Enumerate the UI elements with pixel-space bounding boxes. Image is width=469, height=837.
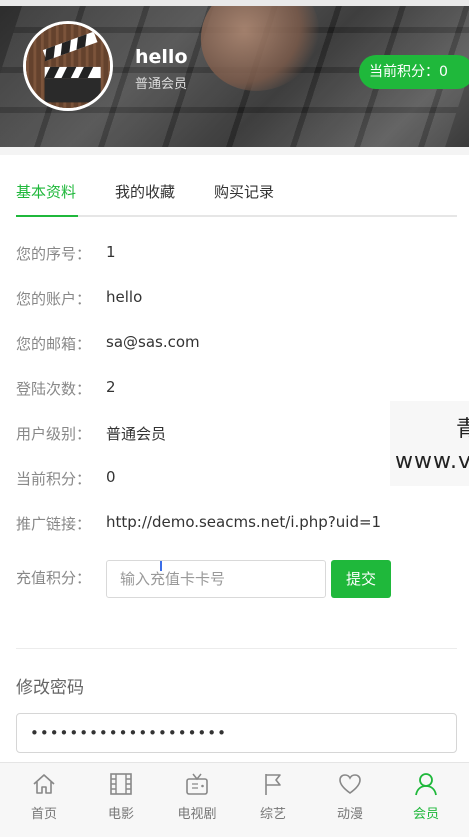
nav-label: 电影 bbox=[107, 807, 134, 822]
tab-basic-info[interactable]: 基本资料 bbox=[16, 181, 78, 217]
nav-item-variety[interactable]: 综艺 bbox=[234, 771, 312, 831]
info-value: 1 bbox=[106, 243, 116, 261]
member-tabs: 基本资料 我的收藏 购买记录 bbox=[16, 175, 457, 217]
username: hello bbox=[135, 46, 188, 68]
tab-favorites[interactable]: 我的收藏 bbox=[115, 181, 175, 215]
user-icon bbox=[413, 771, 439, 797]
password-field[interactable]: •••••••••••••••••••• bbox=[16, 713, 457, 753]
info-label: 推广链接： bbox=[16, 515, 92, 533]
home-icon bbox=[31, 771, 57, 797]
profile-header: hello 普通会员 当前积分：0 bbox=[0, 0, 469, 147]
info-value: 普通会员 bbox=[106, 425, 167, 443]
bottom-nav: 首页 电影 电视剧 综艺 动漫 会员 bbox=[0, 762, 469, 837]
nav-item-home[interactable]: 首页 bbox=[5, 771, 83, 831]
watermark-overlay: 青 www.v bbox=[390, 401, 469, 486]
user-group: 普通会员 bbox=[135, 77, 188, 92]
tv-icon bbox=[184, 771, 210, 797]
section-divider bbox=[16, 648, 457, 649]
nav-label: 综艺 bbox=[259, 807, 286, 822]
nav-label: 电视剧 bbox=[177, 807, 217, 822]
avatar[interactable] bbox=[23, 21, 113, 111]
info-value: hello bbox=[106, 288, 143, 306]
info-value: 2 bbox=[106, 378, 116, 396]
info-label: 用户级别： bbox=[16, 425, 92, 443]
watermark-line-1: 青 bbox=[456, 417, 469, 442]
change-password-title: 修改密码 bbox=[16, 678, 84, 698]
info-value: sa@sas.com bbox=[106, 333, 200, 351]
top-strip bbox=[0, 0, 469, 6]
flag-icon bbox=[260, 771, 286, 797]
nav-label: 动漫 bbox=[336, 807, 363, 822]
watermark-line-2: www.v bbox=[395, 449, 469, 474]
nav-item-movie[interactable]: 电影 bbox=[82, 771, 160, 831]
points-badge: 当前积分：0 bbox=[359, 55, 469, 89]
info-label: 您的邮箱： bbox=[16, 335, 92, 353]
info-value: 0 bbox=[106, 468, 116, 486]
nav-item-anime[interactable]: 动漫 bbox=[311, 771, 389, 831]
clapperboard-icon bbox=[26, 24, 110, 108]
info-label: 当前积分： bbox=[16, 470, 92, 488]
info-label: 您的账户： bbox=[16, 290, 92, 308]
nav-item-tv[interactable]: 电视剧 bbox=[158, 771, 236, 831]
recharge-card-input[interactable]: 输入充值卡卡号 bbox=[106, 560, 326, 598]
film-icon bbox=[108, 771, 134, 797]
heart-icon bbox=[337, 771, 363, 797]
nav-label: 会员 bbox=[412, 807, 439, 822]
cursor-mark bbox=[160, 561, 162, 571]
submit-button[interactable]: 提交 bbox=[331, 560, 391, 598]
recharge-label: 充值积分： bbox=[16, 569, 92, 587]
nav-label: 首页 bbox=[30, 807, 57, 822]
info-label: 登陆次数： bbox=[16, 380, 92, 398]
tab-purchase-history[interactable]: 购买记录 bbox=[214, 181, 274, 215]
nav-item-member[interactable]: 会员 bbox=[387, 771, 465, 831]
referral-link[interactable]: http://demo.seacms.net/i.php?uid=1 bbox=[106, 513, 381, 531]
info-label: 您的序号： bbox=[16, 245, 92, 263]
